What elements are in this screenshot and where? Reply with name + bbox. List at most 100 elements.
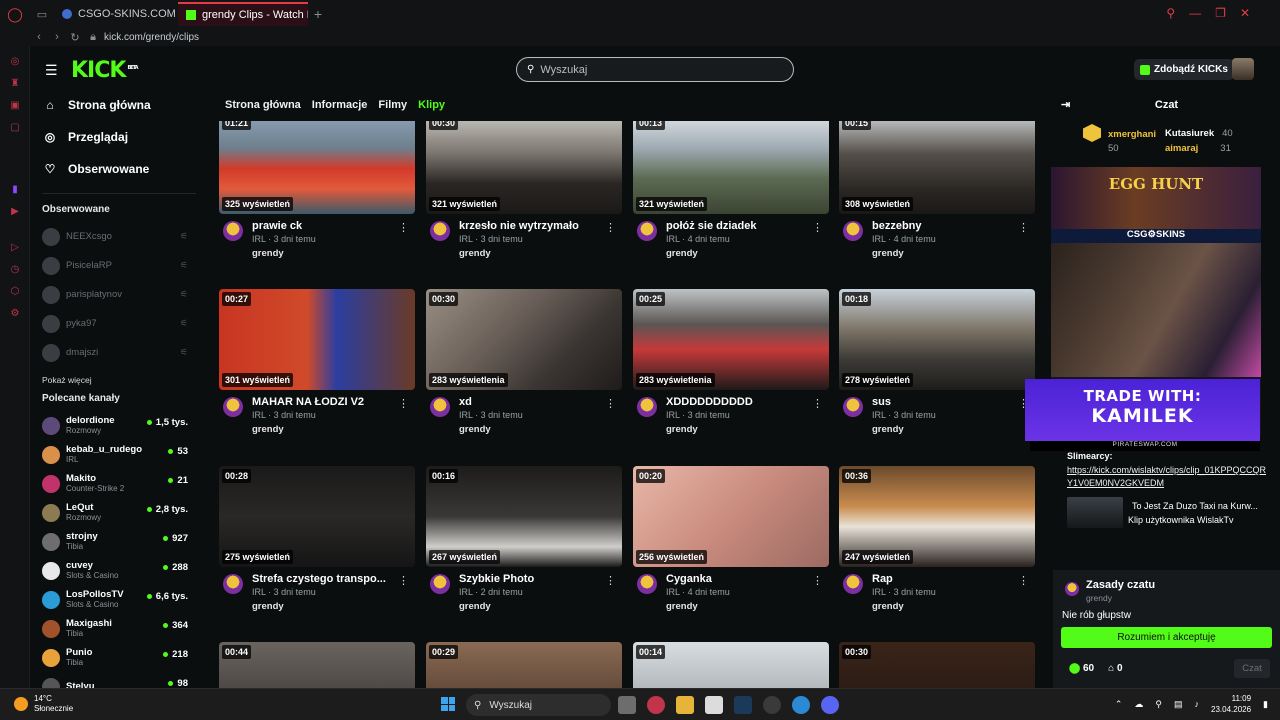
tray-expand-icon[interactable]: ⌃: [1115, 699, 1123, 710]
clip-thumbnail[interactable]: 00:30 283 wyświetlenia: [426, 289, 622, 390]
close-window-button[interactable]: ✕: [1240, 6, 1250, 20]
maximize-button[interactable]: ❐: [1215, 6, 1226, 20]
channel-avatar[interactable]: [223, 397, 243, 417]
collapse-chat-icon[interactable]: ⇥: [1061, 98, 1070, 111]
browser-tab-csgoskins[interactable]: CSGO-SKINS.COM - Najle: [54, 2, 178, 26]
tab-about[interactable]: Informacje: [312, 99, 368, 111]
tab-videos[interactable]: Filmy: [378, 99, 407, 111]
mic-icon[interactable]: ⚲: [1155, 699, 1162, 710]
clip-title[interactable]: Szybkie Photo: [459, 573, 599, 585]
followed-channel[interactable]: pyka97 ⚟: [30, 309, 208, 338]
accept-rules-button[interactable]: Rozumiem i akceptuję: [1061, 627, 1272, 648]
recommended-channel[interactable]: Punio Tibia 218: [30, 643, 208, 672]
send-chat-button[interactable]: Czat: [1234, 659, 1270, 678]
followed-channel[interactable]: PisicelaRP ⚟: [30, 251, 208, 280]
recommended-channel[interactable]: LosPollosTV Slots & Casino 6,6 tys.: [30, 585, 208, 614]
clip-title[interactable]: krzesło nie wytrzymało: [459, 220, 599, 232]
channel-avatar[interactable]: [637, 574, 657, 594]
get-kicks-button[interactable]: Zdobądź KICKs: [1134, 59, 1234, 80]
clip-channel[interactable]: grendy: [666, 248, 698, 259]
more-options-icon[interactable]: ⋮: [398, 574, 409, 587]
clip-channel[interactable]: grendy: [666, 601, 698, 612]
clip-thumbnail[interactable]: 01:21 325 wyświetleń: [219, 121, 415, 214]
clip-thumbnail[interactable]: 00:13 321 wyświetleń: [633, 121, 829, 214]
new-tab-button[interactable]: +: [308, 6, 328, 22]
browser-tab-grendy-clips[interactable]: grendy Clips - Watch Live: [178, 2, 308, 26]
volume-icon[interactable]: ♪: [1195, 699, 1200, 709]
cloud-icon[interactable]: ☁: [1134, 699, 1143, 710]
recommended-channel[interactable]: cuvey Slots & Casino 288: [30, 556, 208, 585]
channel-avatar[interactable]: [843, 574, 863, 594]
more-options-icon[interactable]: ⋮: [398, 221, 409, 234]
opera-logo-icon[interactable]: ◯: [0, 0, 30, 28]
clip-thumbnail[interactable]: 00:44: [219, 642, 415, 688]
clip-title[interactable]: MAHAR NA ŁODZI V2: [252, 396, 392, 408]
notifications-icon[interactable]: ▮: [1263, 699, 1268, 710]
more-options-icon[interactable]: ⋮: [812, 221, 823, 234]
points-counter[interactable]: ⬤ 60: [1069, 663, 1094, 674]
clip-title[interactable]: xd: [459, 396, 599, 408]
player-icon[interactable]: ▷: [0, 236, 30, 258]
recommended-channel[interactable]: Makito Counter-Strike 2 21: [30, 469, 208, 498]
more-options-icon[interactable]: ⋮: [605, 397, 616, 410]
history-icon[interactable]: ◷: [0, 258, 30, 280]
taskbar-search[interactable]: ⚲ Wyszukaj: [466, 694, 611, 716]
channel-avatar[interactable]: [637, 397, 657, 417]
clip-channel[interactable]: grendy: [872, 601, 904, 612]
ai-icon[interactable]: ◎: [0, 50, 30, 72]
clip-title[interactable]: bezzebny: [872, 220, 1012, 232]
edge-icon[interactable]: [792, 696, 810, 714]
clip-card[interactable]: 00:30 283 wyświetlenia xd IRL · 3 dni temu g…: [426, 289, 622, 447]
message-username[interactable]: Slimearcy:: [1067, 451, 1113, 461]
gifter-2[interactable]: Kutasiurek 40: [1165, 128, 1233, 139]
channel-avatar[interactable]: [843, 397, 863, 417]
more-options-icon[interactable]: ⋮: [812, 397, 823, 410]
clip-thumbnail[interactable]: 00:30 321 wyświetleń: [426, 121, 622, 214]
steam-icon[interactable]: [734, 696, 752, 714]
clip-card[interactable]: 00:14: [633, 642, 829, 688]
network-icon[interactable]: ▤: [1174, 699, 1183, 710]
more-options-icon[interactable]: ⋮: [812, 574, 823, 587]
channel-avatar[interactable]: [223, 574, 243, 594]
opera-icon[interactable]: [647, 696, 665, 714]
clip-card[interactable]: 00:18 278 wyświetleń sus IRL · 3 dni temu gr…: [839, 289, 1035, 447]
github-icon[interactable]: [763, 696, 781, 714]
recommended-channel[interactable]: strojny Tibia 927: [30, 527, 208, 556]
clip-title[interactable]: Rap: [872, 573, 1012, 585]
discord-icon[interactable]: [821, 696, 839, 714]
followed-channel[interactable]: dmajszi ⚟: [30, 338, 208, 367]
clip-thumbnail[interactable]: 00:16 267 wyświetleń: [426, 466, 622, 567]
url-field[interactable]: kick.com/grendy/clips: [104, 32, 199, 43]
clip-channel[interactable]: grendy: [666, 424, 698, 435]
more-options-icon[interactable]: ⋮: [1018, 574, 1029, 587]
extensions-icon[interactable]: ⬡: [0, 280, 30, 302]
clip-channel[interactable]: grendy: [872, 248, 904, 259]
start-button[interactable]: [441, 697, 455, 711]
sidebar-item-following[interactable]: ♡ Obserwowane: [30, 153, 208, 185]
clip-channel[interactable]: grendy: [252, 601, 284, 612]
clip-title[interactable]: połóż sie dziadek: [666, 220, 806, 232]
reload-icon[interactable]: ↻: [66, 31, 84, 44]
twitch-icon[interactable]: ▮: [0, 178, 30, 200]
recommended-channel[interactable]: LeQut Rozmowy 2,8 tys.: [30, 498, 208, 527]
menu-icon[interactable]: ☰: [45, 62, 58, 79]
clip-card[interactable]: 00:13 321 wyświetleń połóż sie dziadek IRL …: [633, 121, 829, 271]
forward-icon[interactable]: ›: [48, 31, 66, 43]
tab-home[interactable]: Strona główna: [225, 99, 301, 111]
channel-avatar[interactable]: [637, 221, 657, 241]
messenger-icon[interactable]: ▣: [0, 94, 30, 116]
clip-card[interactable]: 00:25 283 wyświetlenia XDDDDDDDDDD IRL · 3 …: [633, 289, 829, 447]
channel-avatar[interactable]: [430, 221, 450, 241]
instagram-icon[interactable]: ▢: [0, 116, 30, 138]
message-link[interactable]: https://kick.com/wislaktv/clips/clip_01K…: [1067, 464, 1267, 490]
channel-avatar[interactable]: [223, 221, 243, 241]
clip-card[interactable]: 00:20 256 wyświetleń Cyganka IRL · 4 dni te…: [633, 466, 829, 624]
clip-title[interactable]: prawie ck: [252, 220, 392, 232]
clip-channel[interactable]: grendy: [252, 424, 284, 435]
clip-title[interactable]: Cyganka: [666, 573, 806, 585]
clip-card[interactable]: 00:15 308 wyświetleń bezzebny IRL · 4 dni t…: [839, 121, 1035, 271]
store-icon[interactable]: [705, 696, 723, 714]
clip-thumbnail[interactable]: 00:30: [839, 642, 1035, 688]
clip-channel[interactable]: grendy: [459, 601, 491, 612]
show-more-link[interactable]: Pokaż więcej: [30, 367, 208, 393]
